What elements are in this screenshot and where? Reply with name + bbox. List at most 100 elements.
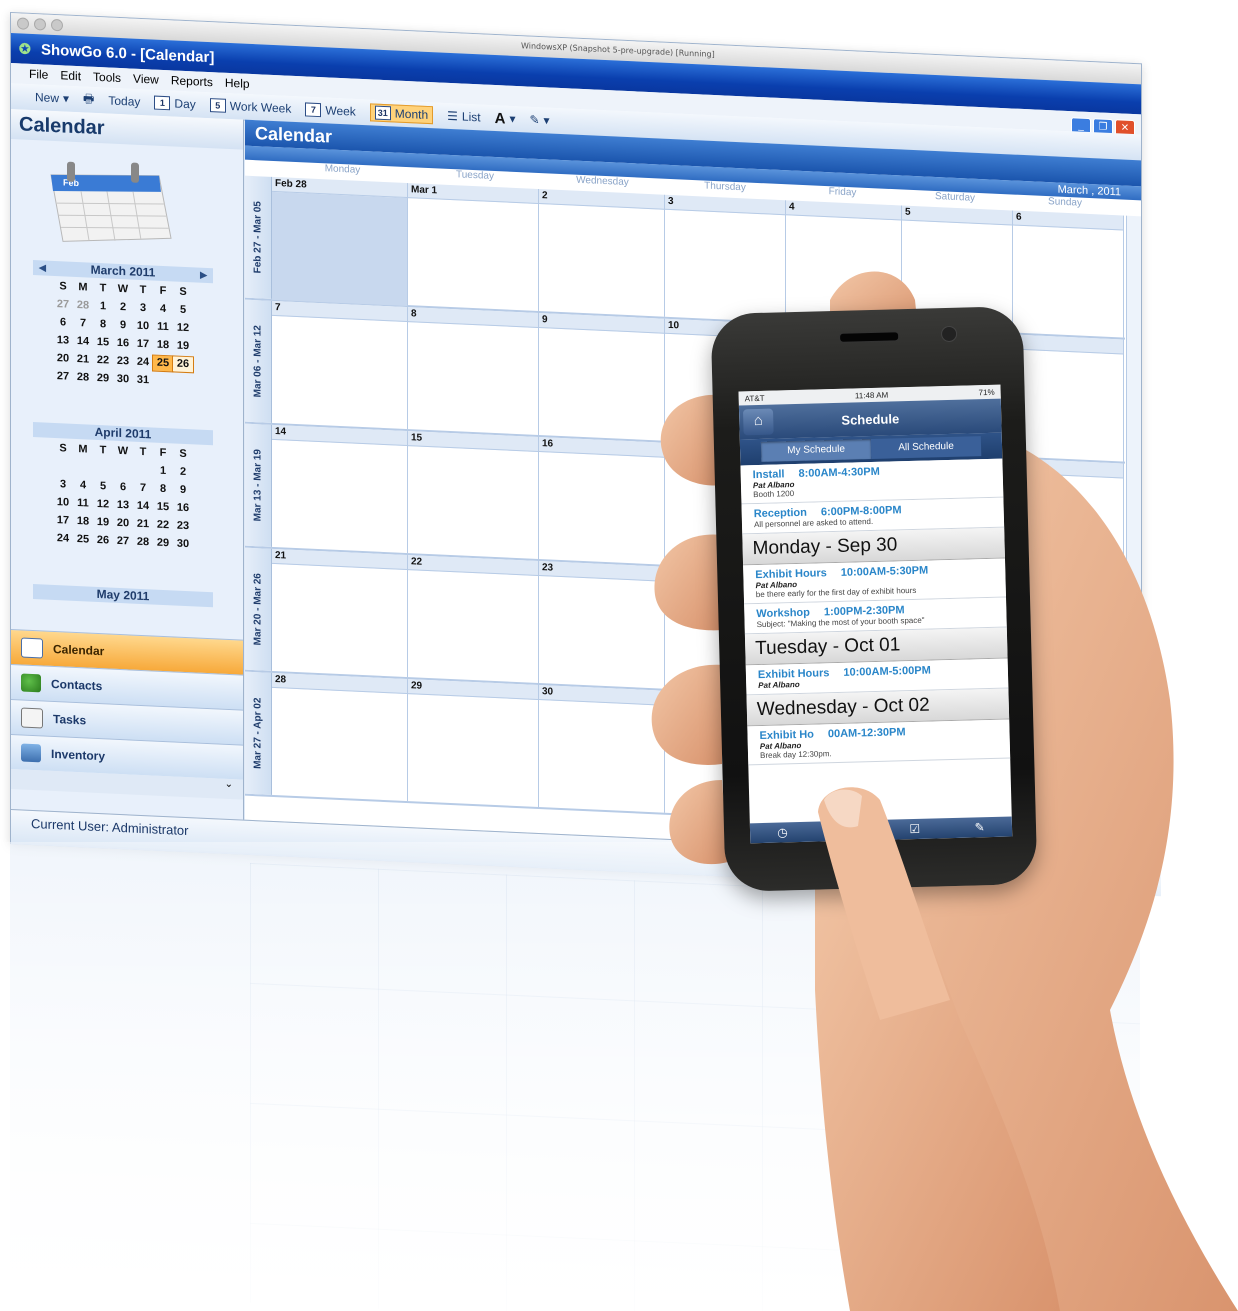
week-label[interactable]: Feb 27 - Mar 05 [245,175,272,299]
week-label[interactable]: Mar 06 - Mar 12 [245,299,272,423]
day-cell[interactable]: 15 [408,431,539,560]
date-cell[interactable]: 4 [73,478,93,494]
date-cell[interactable]: 6 [53,315,73,331]
date-cell[interactable] [113,462,133,478]
date-cell[interactable]: 24 [133,355,153,371]
day-cell[interactable]: Mar 1 [408,183,539,312]
date-cell[interactable]: 7 [73,316,93,332]
date-cell[interactable]: 29 [153,535,173,551]
day-cell[interactable]: 8 [408,307,539,436]
date-cell[interactable]: 30 [113,372,133,388]
date-cell[interactable]: 20 [113,516,133,532]
date-cell[interactable] [93,461,113,477]
date-cell[interactable]: 11 [153,319,173,335]
date-cell[interactable]: 10 [133,319,153,335]
next-month-icon[interactable]: ▶ [200,268,207,283]
day-cell[interactable] [1013,334,1124,462]
print-button[interactable]: 🖶 [83,89,94,111]
date-cell[interactable]: 18 [73,514,93,530]
date-cell[interactable]: 18 [153,337,173,353]
date-cell[interactable]: 22 [93,353,113,369]
font-color-button[interactable]: A ▾ [495,110,516,128]
date-cell[interactable]: 26 [93,533,113,549]
date-cell[interactable]: 19 [173,338,193,354]
date-cell[interactable]: 11 [73,496,93,512]
date-cell[interactable] [133,463,153,479]
tab-my-schedule[interactable]: My Schedule [760,439,872,462]
day-cell[interactable]: 30 [539,685,665,813]
day-cell[interactable]: 21 [272,548,408,678]
week-label[interactable]: Mar 13 - Mar 19 [245,423,272,547]
date-cell[interactable]: 19 [93,515,113,531]
day-cell[interactable]: 16 [539,437,665,565]
date-cell[interactable]: 14 [73,334,93,350]
date-cell[interactable] [153,373,173,389]
week-view-button[interactable]: 7 Week [305,102,356,119]
day-cell[interactable] [1013,458,1124,586]
date-cell[interactable]: 23 [113,354,133,370]
list-view-button[interactable]: ☰ List [447,109,480,125]
today-button[interactable]: Today [108,93,140,108]
today-date-cell[interactable]: 25 [152,354,174,373]
date-cell[interactable]: 28 [73,370,93,386]
date-cell[interactable]: 16 [113,336,133,352]
date-cell[interactable]: 8 [153,481,173,497]
workweek-view-button[interactable]: 5 Work Week [209,98,291,116]
day-cell[interactable]: Feb 28 [272,176,408,307]
date-cell[interactable]: 14 [133,499,153,515]
date-cell[interactable]: 9 [173,482,193,498]
date-cell[interactable]: 28 [133,535,153,551]
date-cell[interactable]: 23 [173,518,193,534]
date-cell[interactable]: 1 [153,463,173,479]
day-cell[interactable]: 23 [539,561,665,689]
date-cell[interactable]: 7 [133,481,153,497]
date-cell[interactable]: 13 [113,498,133,514]
event-item[interactable]: Install 8:00AM-4:30PM Pat Albano Booth 12… [740,458,1004,505]
menu-reports[interactable]: Reports [171,73,213,89]
day-cell[interactable]: 4 [786,200,902,328]
day-cell[interactable]: 9 [539,313,665,441]
date-cell[interactable]: 30 [173,536,193,552]
event-item[interactable]: Exhibit Ho 00AM-12:30PM Pat Albano Break … [747,719,1011,766]
selected-date-cell[interactable]: 26 [172,355,194,374]
date-cell[interactable]: 17 [133,337,153,353]
date-cell[interactable]: 27 [113,534,133,550]
date-cell[interactable]: 3 [53,477,73,493]
day-cell[interactable]: 22 [408,555,539,684]
week-label[interactable]: Mar 20 - Mar 26 [245,547,272,671]
month-view-button[interactable]: 31 Month [369,103,434,125]
date-cell[interactable]: 22 [153,517,173,533]
zoom-dot-icon[interactable] [51,18,63,32]
menu-help[interactable]: Help [225,76,250,91]
menu-view[interactable]: View [133,72,159,87]
day-cell[interactable]: 28 [272,672,408,802]
day-cell[interactable]: 7 [272,300,408,430]
tab-all-schedule[interactable]: All Schedule [870,436,982,460]
menu-file[interactable]: File [29,67,48,82]
date-cell[interactable]: 28 [73,298,93,314]
day-cell[interactable]: 2 [539,189,665,317]
date-cell[interactable] [173,374,193,390]
week-label[interactable]: Mar 27 - Apr 02 [245,671,272,795]
menu-edit[interactable]: Edit [60,68,81,83]
day-cell[interactable]: 3 [665,194,786,323]
day-cell[interactable]: 29 [408,679,539,808]
date-cell[interactable]: 4 [153,301,173,317]
date-cell[interactable]: 15 [153,499,173,515]
day-cell[interactable]: 14 [272,424,408,554]
menu-tools[interactable]: Tools [93,70,121,85]
date-cell[interactable]: 12 [93,497,113,513]
date-cell[interactable]: 20 [53,351,73,367]
vertical-scrollbar[interactable] [1126,215,1141,817]
date-cell[interactable]: 5 [173,302,193,318]
date-cell[interactable]: 6 [113,480,133,496]
event-item[interactable]: Exhibit Hours 10:00AM-5:30PM Pat Albano b… [743,558,1007,605]
date-cell[interactable]: 17 [53,513,73,529]
date-cell[interactable]: 3 [133,301,153,317]
date-cell[interactable]: 24 [53,531,73,547]
clock-icon[interactable]: ◷ [777,825,788,839]
date-cell[interactable]: 2 [173,464,193,480]
minimize-dot-icon[interactable] [34,18,46,31]
date-cell[interactable]: 2 [113,300,133,316]
date-cell[interactable]: 13 [53,333,73,349]
